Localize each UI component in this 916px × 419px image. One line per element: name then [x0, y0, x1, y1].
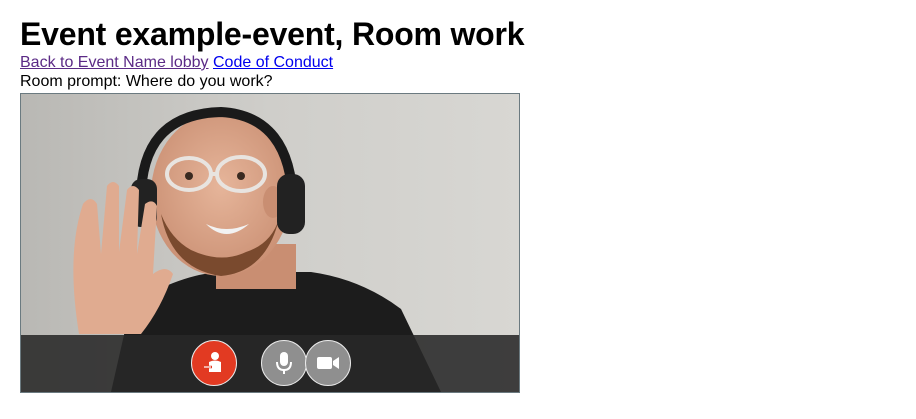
- leave-room-button[interactable]: [191, 340, 237, 386]
- microphone-icon: [276, 352, 292, 374]
- code-of-conduct-link[interactable]: Code of Conduct: [213, 54, 333, 71]
- page-container: Event example-event, Room work Back to E…: [20, 0, 900, 393]
- video-controls-bar: [21, 335, 519, 392]
- nav-links: Back to Event Name lobby Code of Conduct: [20, 53, 900, 73]
- microphone-toggle-button[interactable]: [261, 340, 307, 386]
- page-title: Event example-event, Room work: [20, 16, 525, 52]
- person-exit-icon: [203, 352, 221, 372]
- video-camera-icon: [317, 357, 339, 369]
- room-prompt: Room prompt: Where do you work?: [20, 73, 273, 90]
- back-to-lobby-link[interactable]: Back to Event Name lobby: [20, 54, 209, 71]
- video-feed: [20, 93, 520, 393]
- camera-toggle-button[interactable]: [305, 340, 351, 386]
